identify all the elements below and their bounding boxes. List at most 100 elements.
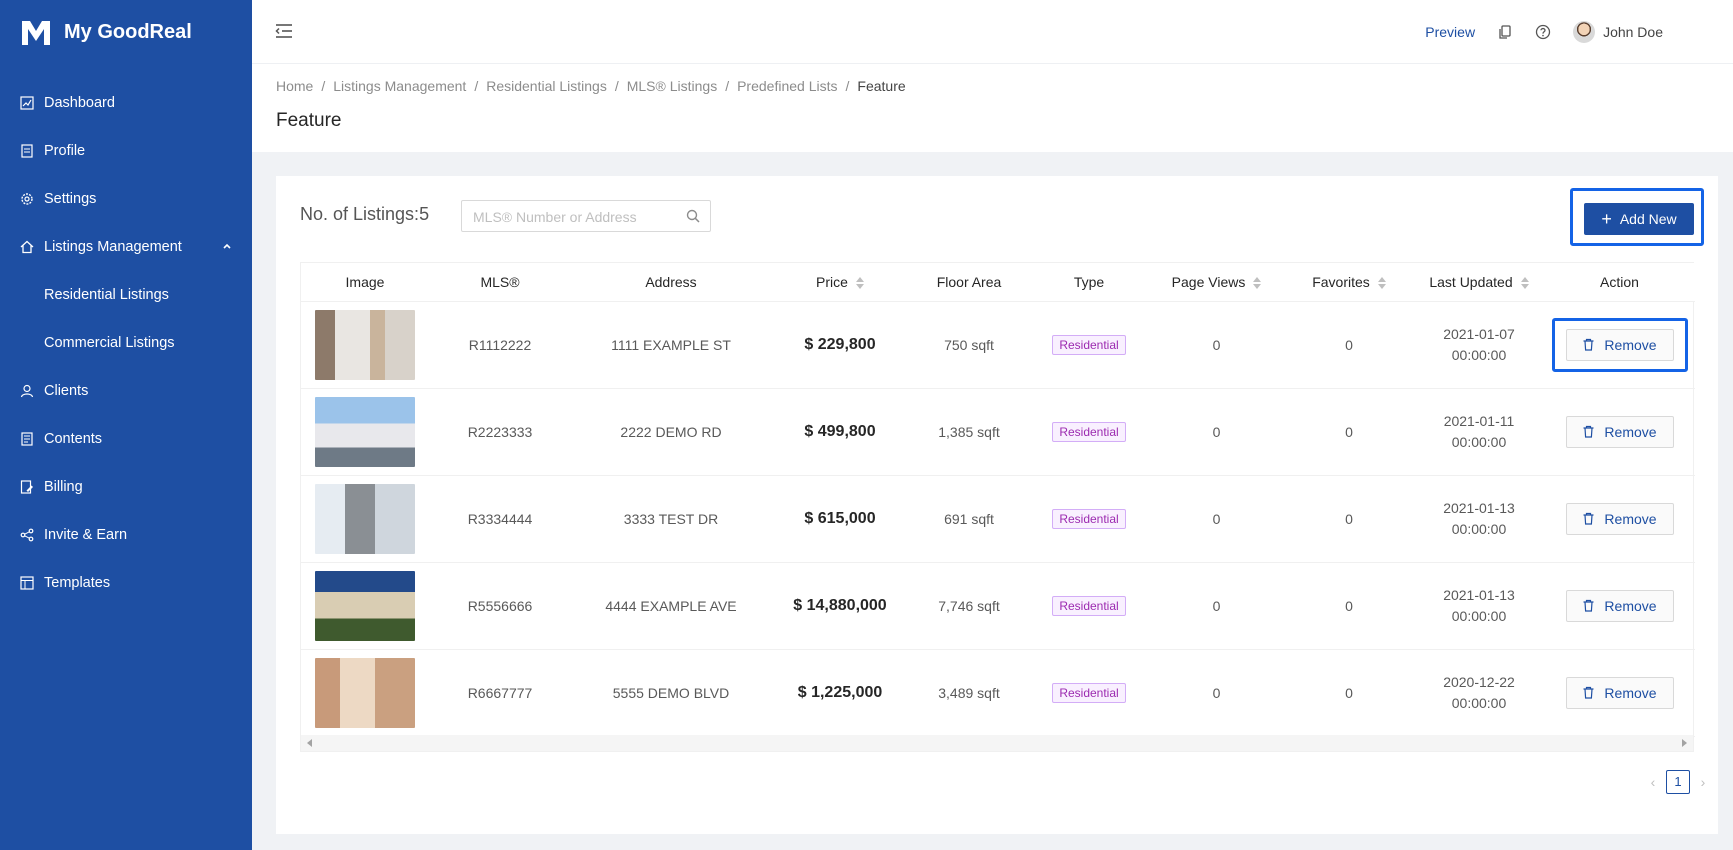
sidebar-item-label: Settings	[44, 191, 97, 207]
billing-icon	[20, 480, 34, 494]
breadcrumb-listings-management[interactable]: Listings Management	[333, 78, 466, 94]
col-price[interactable]: Price	[771, 263, 909, 302]
listing-image[interactable]	[315, 570, 415, 641]
col-page-views[interactable]: Page Views	[1149, 263, 1284, 302]
breadcrumb-home[interactable]: Home	[276, 78, 313, 94]
page-views: 0	[1149, 475, 1284, 563]
prev-page-icon[interactable]: ‹	[1644, 774, 1662, 790]
listing-image[interactable]	[315, 396, 415, 467]
horizontal-scrollbar[interactable]	[301, 735, 1693, 751]
mls-number[interactable]: R6667777	[429, 649, 571, 737]
menu-fold-icon[interactable]	[274, 22, 294, 40]
breadcrumb-current: Feature	[857, 78, 906, 94]
chart-icon	[20, 96, 34, 110]
last-updated-date: 2021-01-13	[1443, 499, 1515, 516]
address: 3333 TEST DR	[571, 475, 771, 563]
trash-icon	[1583, 338, 1594, 351]
document-icon	[20, 432, 34, 446]
sidebar-item-invite-earn[interactable]: Invite & Earn	[0, 511, 252, 559]
remove-button[interactable]: Remove	[1565, 415, 1674, 448]
sort-icon[interactable]	[1520, 277, 1529, 290]
copy-icon[interactable]	[1497, 24, 1513, 40]
col-price-label: Price	[816, 273, 848, 290]
favorites: 0	[1284, 649, 1414, 737]
sidebar-item-templates[interactable]: Templates	[0, 559, 252, 607]
remove-button[interactable]: Remove	[1565, 502, 1674, 535]
remove-label: Remove	[1604, 423, 1657, 440]
share-icon	[20, 528, 34, 542]
remove-highlight: Remove	[1551, 317, 1688, 372]
table-row: R1112222 1111 EXAMPLE ST $ 229,800 750 s…	[301, 301, 1695, 389]
add-new-button[interactable]: + Add New	[1584, 203, 1694, 235]
sidebar-item-dashboard[interactable]: Dashboard	[0, 79, 252, 127]
page-header: Home / Listings Management / Residential L…	[252, 64, 1733, 152]
sidebar-item-profile[interactable]: Profile	[0, 127, 252, 175]
sidebar-item-contents[interactable]: Contents	[0, 415, 252, 463]
table-row: R5556666 4444 EXAMPLE AVE $ 14,880,000 7…	[301, 562, 1695, 650]
next-page-icon[interactable]: ›	[1694, 774, 1712, 790]
listing-image[interactable]	[315, 657, 415, 728]
floor-area: 1,385 sqft	[909, 388, 1029, 476]
favorites: 0	[1284, 301, 1414, 389]
breadcrumb-mls-listings[interactable]: MLS® Listings	[627, 78, 717, 94]
listings-table: Image MLS® Address Price Floor Area Type…	[300, 262, 1695, 752]
sidebar-item-listings-management[interactable]: Listings Management	[0, 223, 252, 271]
sidebar-item-billing[interactable]: Billing	[0, 463, 252, 511]
last-updated: 2021-01-13 00:00:00	[1414, 475, 1544, 563]
breadcrumb-separator: /	[474, 78, 479, 94]
type-tag: Residential	[1052, 682, 1126, 703]
col-favorites[interactable]: Favorites	[1284, 263, 1414, 302]
trash-icon	[1583, 512, 1594, 525]
last-updated-time: 00:00:00	[1451, 346, 1507, 363]
breadcrumb-predefined-lists[interactable]: Predefined Lists	[737, 78, 837, 94]
remove-button[interactable]: Remove	[1565, 328, 1674, 361]
address: 5555 DEMO BLVD	[571, 649, 771, 737]
breadcrumb-separator: /	[321, 78, 326, 94]
remove-label: Remove	[1604, 597, 1657, 614]
mls-number[interactable]: R1112222	[429, 301, 571, 389]
remove-label: Remove	[1604, 336, 1657, 353]
user-name[interactable]: John Doe	[1603, 24, 1663, 40]
table-row: R2223333 2222 DEMO RD $ 499,800 1,385 sq…	[301, 388, 1695, 476]
favorites: 0	[1284, 475, 1414, 563]
brand[interactable]: My GoodReal	[20, 16, 192, 48]
sidebar-item-label: Templates	[44, 575, 111, 591]
address: 2222 DEMO RD	[571, 388, 771, 476]
col-type: Type	[1029, 263, 1149, 302]
scroll-right-icon[interactable]	[1682, 739, 1687, 747]
mls-number[interactable]: R5556666	[429, 562, 571, 650]
address: 1111 EXAMPLE ST	[571, 301, 771, 389]
sort-icon[interactable]	[855, 277, 864, 290]
price: $ 14,880,000	[771, 562, 909, 650]
sort-icon[interactable]	[1253, 277, 1262, 290]
sort-icon[interactable]	[1377, 277, 1386, 290]
remove-button[interactable]: Remove	[1565, 676, 1674, 709]
sidebar-item-residential-listings[interactable]: Residential Listings	[0, 271, 252, 319]
listing-image[interactable]	[315, 483, 415, 554]
sidebar-item-clients[interactable]: Clients	[0, 367, 252, 415]
col-last-updated[interactable]: Last Updated	[1414, 263, 1544, 302]
mls-number[interactable]: R2223333	[429, 388, 571, 476]
home-icon	[20, 240, 34, 254]
scroll-left-icon[interactable]	[307, 739, 312, 747]
sidebar-item-commercial-listings[interactable]: Commercial Listings	[0, 319, 252, 367]
search-input[interactable]	[473, 207, 673, 227]
page-number[interactable]: 1	[1666, 770, 1690, 794]
sidebar-item-settings[interactable]: Settings	[0, 175, 252, 223]
price: $ 615,000	[771, 475, 909, 563]
mls-number[interactable]: R3334444	[429, 475, 571, 563]
breadcrumb-separator: /	[845, 78, 850, 94]
help-icon[interactable]	[1535, 24, 1551, 40]
listing-count-label: No. of Listings:	[300, 204, 420, 224]
avatar[interactable]	[1573, 21, 1596, 43]
remove-button[interactable]: Remove	[1565, 589, 1674, 622]
table-row: R6667777 5555 DEMO BLVD $ 1,225,000 3,48…	[301, 649, 1695, 737]
floor-area: 3,489 sqft	[909, 649, 1029, 737]
remove-label: Remove	[1604, 684, 1657, 701]
search-icon[interactable]	[686, 209, 700, 223]
preview-link[interactable]: Preview	[1425, 24, 1475, 40]
col-mls: MLS®	[429, 263, 571, 302]
listing-image[interactable]	[315, 309, 415, 380]
col-image: Image	[301, 263, 429, 302]
breadcrumb-residential-listings[interactable]: Residential Listings	[486, 78, 607, 94]
